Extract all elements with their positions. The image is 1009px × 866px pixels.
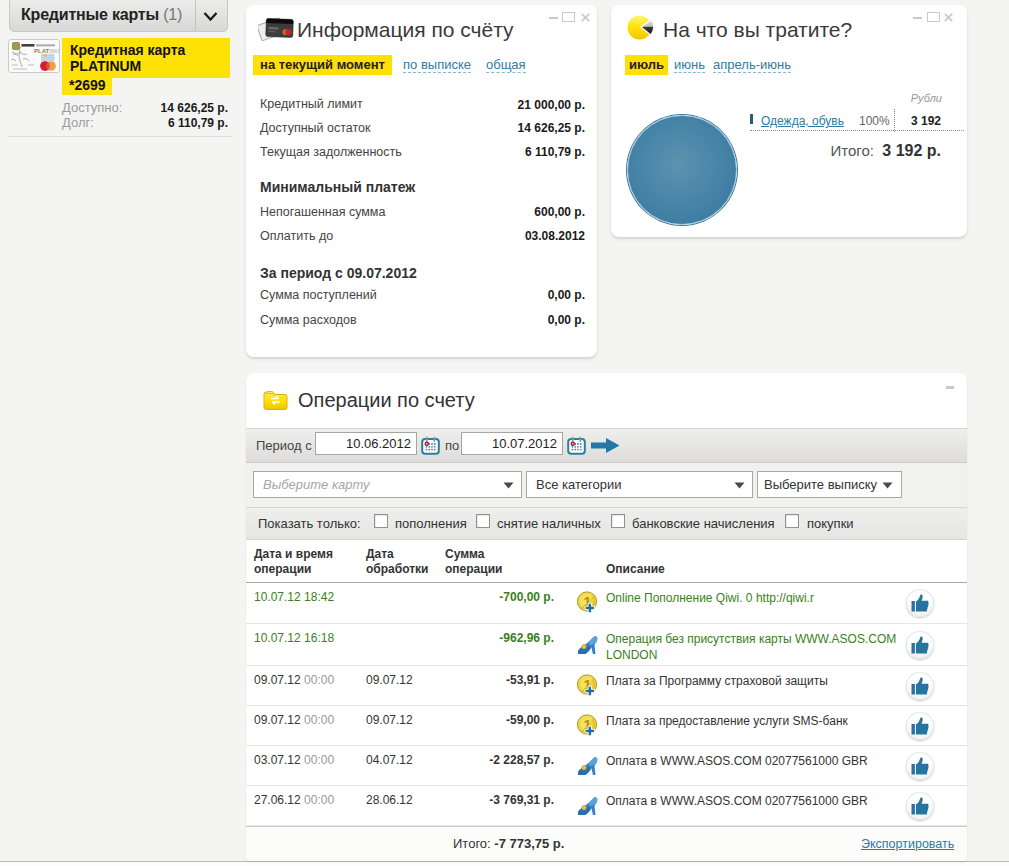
svg-text:PLATINUM: PLATINUM — [34, 48, 60, 54]
